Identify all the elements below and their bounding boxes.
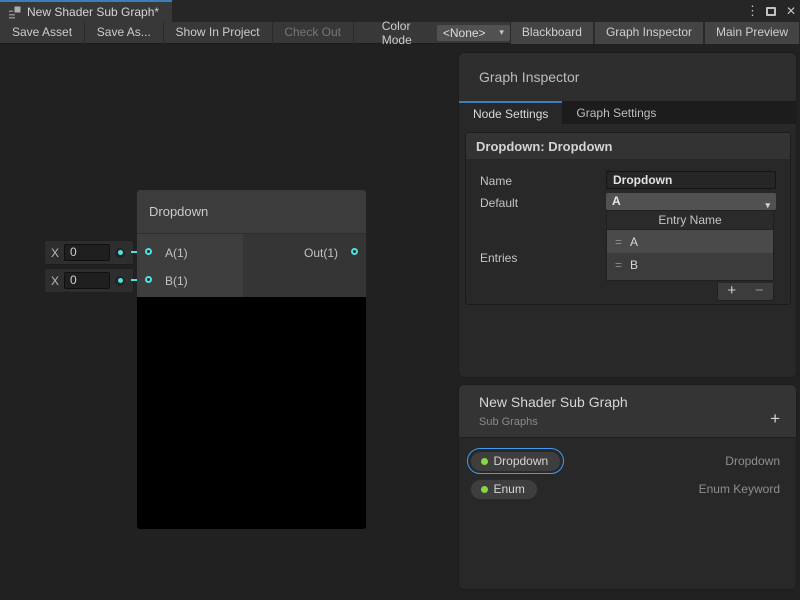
- entry-name: A: [630, 235, 638, 249]
- document-tab-title: New Shader Sub Graph*: [27, 5, 159, 19]
- dropdown-node[interactable]: Dropdown A(1) B(1) Out(1): [137, 190, 366, 529]
- input-port-a-icon[interactable]: [145, 248, 152, 255]
- output-port-icon[interactable]: [351, 248, 358, 255]
- pill-label: Dropdown: [494, 454, 549, 468]
- name-label: Name: [480, 174, 512, 188]
- entries-list: Entry Name = A = B: [606, 210, 774, 281]
- blackboard-subtitle: Sub Graphs: [479, 416, 538, 428]
- dropdown-pill[interactable]: Dropdown: [470, 451, 562, 472]
- entry-row-a[interactable]: = A: [607, 230, 773, 253]
- kebab-menu-icon[interactable]: ⋮: [746, 3, 756, 19]
- output-port-label: Out(1): [304, 246, 338, 260]
- keyword-dot-icon: [481, 458, 488, 465]
- toolbar: Save Asset Save As... Show In Project Ch…: [0, 22, 800, 44]
- blackboard-toggle-button[interactable]: Blackboard: [510, 22, 594, 44]
- default-label: Default: [480, 196, 518, 210]
- default-dropdown[interactable]: A ▾: [606, 193, 776, 210]
- input-port-b-label: B(1): [165, 274, 188, 288]
- toolbar-separator: [353, 22, 354, 44]
- remove-entry-button[interactable]: −: [746, 283, 774, 300]
- input-port-b-icon[interactable]: [145, 276, 152, 283]
- entry-name: B: [630, 258, 638, 272]
- blackboard-header[interactable]: New Shader Sub Graph Sub Graphs +: [459, 385, 796, 438]
- entry-row-b[interactable]: = B: [607, 253, 773, 276]
- widget-port-icon[interactable]: [115, 248, 125, 258]
- tab-graph-settings[interactable]: Graph Settings: [562, 101, 670, 124]
- x-component-label: X: [51, 246, 59, 260]
- dropdown-pill-selection: Dropdown: [467, 448, 564, 474]
- pill-label: Enum: [494, 482, 525, 496]
- name-field[interactable]: Dropdown: [606, 171, 776, 189]
- node-input-column: [137, 234, 243, 297]
- tab-node-settings[interactable]: Node Settings: [459, 101, 562, 124]
- entries-list-buttons: + −: [717, 283, 774, 301]
- node-body: A(1) B(1) Out(1): [137, 234, 366, 297]
- show-in-project-button[interactable]: Show In Project: [164, 22, 272, 44]
- maximize-icon[interactable]: [766, 7, 776, 16]
- drag-handle-icon[interactable]: =: [615, 258, 621, 272]
- close-icon[interactable]: ✕: [786, 4, 796, 18]
- graph-inspector-toggle-button[interactable]: Graph Inspector: [594, 22, 704, 44]
- check-out-button: Check Out: [272, 22, 353, 44]
- input-a-value-widget: X 0: [44, 240, 134, 265]
- input-a-value-field[interactable]: 0: [64, 244, 110, 261]
- enum-pill[interactable]: Enum: [470, 479, 538, 500]
- property-type-label: Dropdown: [725, 454, 780, 468]
- blackboard-row-enum: Enum Enum Keyword: [459, 475, 796, 503]
- node-preview: [137, 297, 366, 529]
- dropdown-settings-section: Dropdown: Dropdown Name Dropdown Default…: [465, 132, 791, 305]
- section-title: Dropdown: Dropdown: [466, 133, 790, 160]
- enum-pill-selection: Enum: [467, 476, 540, 502]
- color-mode-label: Color Mode: [376, 19, 433, 47]
- graph-inspector-header[interactable]: Graph Inspector: [459, 53, 796, 101]
- chevron-down-icon: ▾: [499, 27, 504, 38]
- keyword-dot-icon: [481, 486, 488, 493]
- input-port-a-label: A(1): [165, 246, 188, 260]
- main-preview-toggle-button[interactable]: Main Preview: [704, 22, 800, 44]
- entries-list-header: Entry Name: [607, 211, 773, 230]
- input-b-value-widget: X 0: [44, 268, 134, 293]
- shader-graph-icon: [8, 6, 21, 19]
- drag-handle-icon[interactable]: =: [615, 235, 621, 249]
- blackboard-row-dropdown: Dropdown Dropdown: [459, 447, 796, 475]
- entries-label: Entries: [480, 251, 517, 265]
- save-asset-button[interactable]: Save Asset: [0, 22, 84, 44]
- document-tab[interactable]: New Shader Sub Graph*: [0, 0, 172, 22]
- graph-inspector-panel: Graph Inspector Node Settings Graph Sett…: [458, 52, 797, 378]
- entries-list-footer-pad: [607, 276, 773, 280]
- add-property-button[interactable]: +: [770, 410, 780, 427]
- blackboard-title: New Shader Sub Graph: [479, 394, 628, 410]
- blackboard-panel: New Shader Sub Graph Sub Graphs + Dropdo…: [458, 384, 797, 590]
- inspector-tabs: Node Settings Graph Settings: [459, 101, 796, 124]
- blackboard-rows: Dropdown Dropdown Enum Enum Keyword: [459, 438, 796, 503]
- add-entry-button[interactable]: +: [718, 283, 746, 300]
- x-component-label: X: [51, 274, 59, 288]
- save-as-button[interactable]: Save As...: [85, 22, 163, 44]
- color-mode-value: <None>: [443, 26, 486, 40]
- input-b-value-field[interactable]: 0: [64, 272, 110, 289]
- node-title[interactable]: Dropdown: [137, 190, 366, 234]
- unity-shader-graph-window: New Shader Sub Graph* ⋮ ✕ Save Asset Sav…: [0, 0, 800, 600]
- widget-port-icon[interactable]: [115, 276, 125, 286]
- color-mode-dropdown[interactable]: <None> ▾: [437, 25, 510, 41]
- default-dropdown-value: A: [612, 194, 621, 208]
- property-type-label: Enum Keyword: [699, 482, 780, 496]
